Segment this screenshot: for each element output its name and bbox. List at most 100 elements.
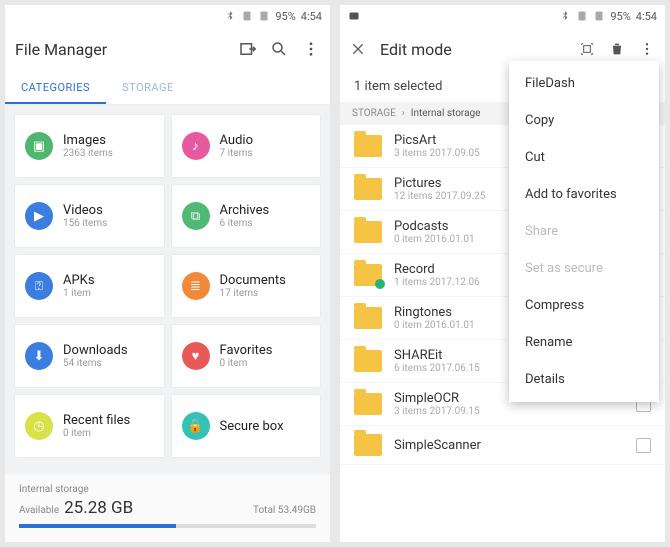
category-icon: ▶	[25, 202, 53, 230]
folder-icon	[354, 350, 382, 372]
checkbox[interactable]	[636, 438, 651, 453]
category-label: Videos	[63, 203, 107, 218]
category-card[interactable]: ♥ Favorites 0 item	[172, 325, 321, 387]
menu-item[interactable]: Details	[509, 361, 659, 398]
clock-text: 4:54	[301, 10, 322, 23]
file-name: SimpleScanner	[394, 438, 624, 453]
menu-item[interactable]: Copy	[509, 102, 659, 139]
menu-item: Set as secure	[509, 250, 659, 287]
available-value: 25.28 GB	[64, 498, 133, 518]
category-label: Recent files	[63, 413, 130, 428]
storage-title: Internal storage	[19, 484, 316, 495]
folder-icon	[354, 307, 382, 329]
available-label: Available	[19, 505, 59, 516]
tab-storage[interactable]: STORAGE	[106, 71, 190, 104]
category-card[interactable]: ⬇ Downloads 54 items	[15, 325, 164, 387]
battery-text: 95%	[275, 10, 295, 23]
sim-icon	[241, 10, 253, 22]
total-label: Total	[253, 505, 275, 516]
category-card[interactable]: ◷ Recent files 0 item	[15, 395, 164, 457]
category-sub: 156 items	[63, 218, 107, 229]
category-icon: ⧉	[182, 202, 210, 230]
category-card[interactable]: ⍰ APKs 1 item	[15, 255, 164, 317]
transfer-icon[interactable]	[238, 40, 256, 58]
file-sub: 3 items 2017.09.15	[394, 406, 624, 417]
menu-item[interactable]: Compress	[509, 287, 659, 324]
breadcrumb-path[interactable]: Internal storage	[411, 108, 481, 119]
file-row[interactable]: SimpleScanner	[340, 426, 665, 465]
folder-icon	[354, 434, 382, 456]
category-icon: ◷	[25, 412, 53, 440]
category-icon: ▣	[25, 132, 53, 160]
overflow-icon[interactable]	[302, 40, 320, 58]
category-label: APKs	[63, 273, 95, 288]
toolbar: File Manager	[5, 27, 330, 71]
phone-left: 95% 4:54 File Manager CATEGORIES STORAGE…	[5, 5, 330, 542]
category-icon: ♥	[182, 342, 210, 370]
category-card[interactable]: ▶ Videos 156 items	[15, 185, 164, 247]
category-sub: 6 items	[220, 218, 270, 229]
app-title: File Manager	[15, 40, 224, 59]
close-icon[interactable]	[350, 41, 366, 57]
menu-item[interactable]: Rename	[509, 324, 659, 361]
category-sub: 0 item	[63, 428, 130, 439]
menu-item: Share	[509, 213, 659, 250]
category-label: Favorites	[220, 343, 273, 358]
tabs: CATEGORIES STORAGE	[5, 71, 330, 105]
image-icon	[348, 10, 360, 22]
sim-icon	[576, 10, 588, 22]
delete-icon[interactable]	[609, 41, 625, 57]
storage-bar	[19, 524, 316, 528]
search-icon[interactable]	[270, 40, 288, 58]
sim2-icon	[258, 10, 270, 22]
folder-icon	[354, 178, 382, 200]
chevron-right-icon: ›	[402, 108, 405, 119]
category-grid: ▣ Images 2363 items ♪ Audio 7 items ▶ Vi…	[5, 105, 330, 474]
category-label: Secure box	[220, 419, 284, 434]
status-bar: 95% 4:54	[340, 5, 665, 27]
tab-categories[interactable]: CATEGORIES	[5, 71, 106, 104]
overflow-icon[interactable]	[639, 41, 655, 57]
category-icon: ⬇	[25, 342, 53, 370]
category-label: Audio	[220, 133, 253, 148]
category-sub: 0 item	[220, 358, 273, 369]
edit-title: Edit mode	[380, 40, 565, 59]
category-card[interactable]: ⧉ Archives 6 items	[172, 185, 321, 247]
menu-item[interactable]: Cut	[509, 139, 659, 176]
total-value: 53.49GB	[278, 505, 316, 516]
overflow-menu: FileDashCopyCutAdd to favoritesShareSet …	[509, 61, 659, 402]
category-sub: 54 items	[63, 358, 128, 369]
folder-icon	[354, 393, 382, 415]
folder-icon	[354, 135, 382, 157]
category-icon: ♪	[182, 132, 210, 160]
bluetooth-icon	[224, 10, 236, 22]
category-card[interactable]: ≣ Documents 17 items	[172, 255, 321, 317]
breadcrumb-root[interactable]: STORAGE	[352, 108, 396, 119]
storage-footer: Internal storage Available 25.28 GB Tota…	[5, 474, 330, 542]
category-card[interactable]: 🔒 Secure box	[172, 395, 321, 457]
status-bar: 95% 4:54	[5, 5, 330, 27]
category-sub: 2363 items	[63, 148, 113, 159]
category-sub: 17 items	[220, 288, 286, 299]
menu-item[interactable]: FileDash	[509, 65, 659, 102]
category-card[interactable]: ♪ Audio 7 items	[172, 115, 321, 177]
folder-icon	[354, 221, 382, 243]
folder-icon	[354, 264, 382, 286]
category-card[interactable]: ▣ Images 2363 items	[15, 115, 164, 177]
category-sub: 1 item	[63, 288, 95, 299]
category-icon: ≣	[182, 272, 210, 300]
category-label: Documents	[220, 273, 286, 288]
category-icon: 🔒	[182, 412, 210, 440]
select-all-icon[interactable]	[579, 41, 595, 57]
bluetooth-icon	[559, 10, 571, 22]
category-label: Archives	[220, 203, 270, 218]
category-label: Images	[63, 133, 113, 148]
category-icon: ⍰	[25, 272, 53, 300]
clock-text: 4:54	[636, 10, 657, 23]
phone-right: 95% 4:54 Edit mode 1 item selected STORA…	[340, 5, 665, 542]
category-sub: 7 items	[220, 148, 253, 159]
menu-item[interactable]: Add to favorites	[509, 176, 659, 213]
category-label: Downloads	[63, 343, 128, 358]
sim2-icon	[593, 10, 605, 22]
battery-text: 95%	[610, 10, 630, 23]
